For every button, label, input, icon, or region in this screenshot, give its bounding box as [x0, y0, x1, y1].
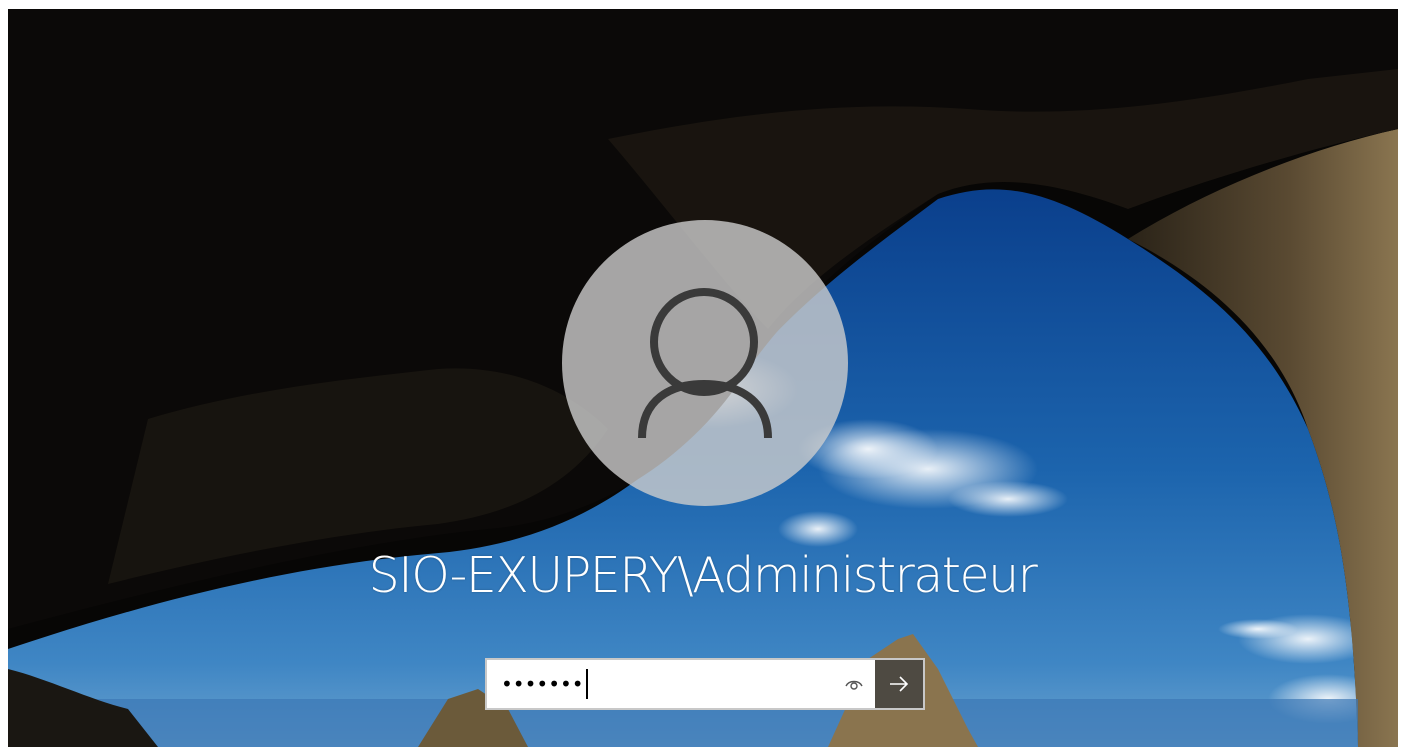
password-box: •••••••: [485, 658, 925, 710]
user-silhouette-icon: [638, 288, 772, 439]
submit-button[interactable]: [875, 660, 923, 708]
arrow-right-icon: [890, 676, 909, 692]
password-masked-value: •••••••: [501, 672, 584, 696]
password-input[interactable]: •••••••: [487, 660, 875, 708]
lock-screen: SIO-EXUPERY\Administrateur •••••••: [0, 0, 1405, 747]
eye-icon[interactable]: [843, 674, 865, 694]
account-name: SIO-EXUPERY\Administrateur: [368, 547, 1038, 604]
text-caret: [585, 669, 588, 699]
user-avatar: [562, 220, 848, 506]
